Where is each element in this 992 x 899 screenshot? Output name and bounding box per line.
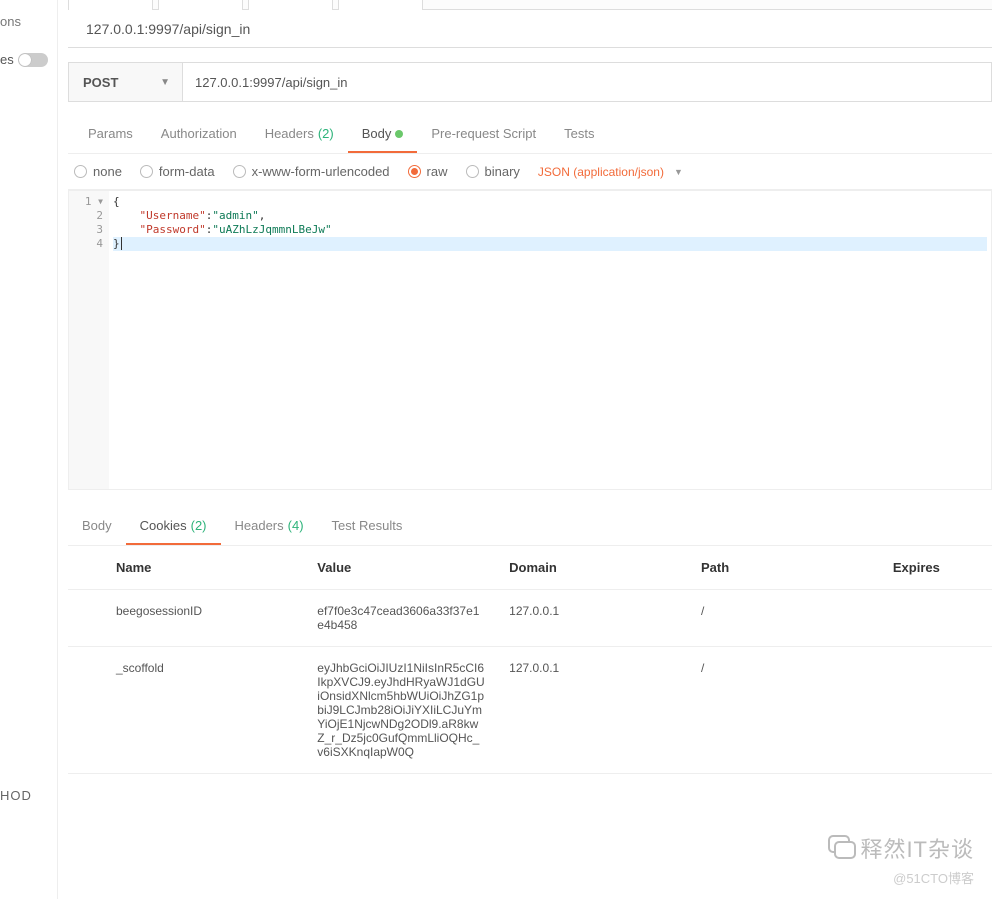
body-editor[interactable]: 1 ▼ 2 3 4 { "Username":"admin", "Passwor… (68, 190, 992, 490)
top-tabs-bar (68, 0, 992, 10)
radio-binary[interactable]: binary (466, 164, 520, 179)
body-type-row: none form-data x-www-form-urlencoded raw… (68, 154, 992, 190)
resp-tab-test-results[interactable]: Test Results (318, 508, 417, 545)
watermark-sub: @51CTO博客 (828, 868, 974, 887)
col-path: Path (689, 546, 881, 590)
method-dropdown[interactable]: POST ▼ (68, 62, 183, 102)
watermark-brand: 释然IT杂谈 (860, 832, 974, 864)
table-row[interactable]: _scoffold eyJhbGciOiJIUzI1NiIsInR5cCI6Ik… (68, 647, 992, 774)
col-value: Value (305, 546, 497, 590)
response-tabs: Body Cookies(2) Headers(4) Test Results (68, 490, 992, 546)
line-gutter: 1 ▼ 2 3 4 (69, 191, 109, 489)
request-row: POST ▼ (68, 48, 992, 116)
toggle-switch[interactable] (18, 53, 48, 67)
resp-tab-headers[interactable]: Headers(4) (221, 508, 318, 545)
col-expires: Expires (881, 546, 992, 590)
left-sidebar: ons es HOD (0, 0, 58, 899)
col-domain: Domain (497, 546, 689, 590)
chevron-down-icon: ▼ (160, 77, 170, 88)
method-label: POST (83, 75, 118, 90)
main-area: 127.0.0.1:9997/api/sign_in POST ▼ Params… (68, 0, 992, 899)
breadcrumb: 127.0.0.1:9997/api/sign_in (68, 10, 992, 48)
chat-bubble-icon (828, 835, 854, 861)
tab-headers[interactable]: Headers(2) (251, 116, 348, 153)
col-name: Name (68, 546, 305, 590)
tab-authorization[interactable]: Authorization (147, 116, 251, 153)
cookies-table: Name Value Domain Path Expires beegosess… (68, 546, 992, 774)
watermark: 释然IT杂谈 @51CTO博客 (828, 832, 974, 887)
tab-params[interactable]: Params (74, 116, 147, 153)
table-row[interactable]: beegosessionID ef7f0e3c47cead3606a33f37e… (68, 590, 992, 647)
resp-tab-body[interactable]: Body (68, 508, 126, 545)
chevron-down-icon: ▼ (674, 167, 683, 177)
resp-tab-cookies[interactable]: Cookies(2) (126, 508, 221, 545)
sidebar-label-es: es (0, 52, 14, 67)
breadcrumb-text: 127.0.0.1:9997/api/sign_in (86, 21, 250, 37)
sidebar-label-hod: HOD (0, 788, 32, 803)
radio-form-data[interactable]: form-data (140, 164, 215, 179)
radio-x-www-form-urlencoded[interactable]: x-www-form-urlencoded (233, 164, 390, 179)
sidebar-label-ons: ons (0, 14, 21, 29)
radio-none[interactable]: none (74, 164, 122, 179)
tab-tests[interactable]: Tests (550, 116, 608, 153)
dot-icon (395, 130, 403, 138)
tab-body[interactable]: Body (348, 116, 418, 153)
url-input[interactable] (183, 62, 992, 102)
request-tabs: Params Authorization Headers(2) Body Pre… (68, 116, 992, 154)
code-area[interactable]: { "Username":"admin", "Password":"uAZhLz… (109, 191, 991, 489)
content-type-dropdown[interactable]: JSON (application/json) ▼ (538, 165, 683, 179)
radio-raw[interactable]: raw (408, 164, 448, 179)
table-header-row: Name Value Domain Path Expires (68, 546, 992, 590)
tab-pre-request-script[interactable]: Pre-request Script (417, 116, 550, 153)
